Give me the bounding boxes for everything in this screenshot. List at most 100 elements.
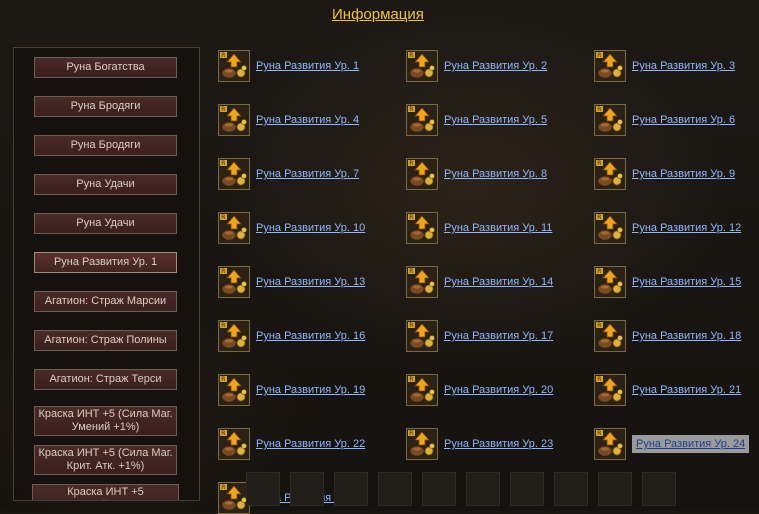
rune-of-development-icon[interactable]: R <box>406 104 438 136</box>
rune-of-development-icon[interactable]: R <box>406 158 438 190</box>
quick-slot[interactable] <box>598 472 632 506</box>
rune-of-development-icon[interactable]: R <box>594 320 626 352</box>
rune-link[interactable]: Руна Развития Ур. 8 <box>444 168 547 180</box>
rune-item[interactable]: R Руна Развития Ур. 18 <box>594 320 741 352</box>
quick-slot[interactable] <box>290 472 324 506</box>
sidebar-item[interactable]: Руна Бродяги <box>34 135 177 156</box>
rune-item[interactable]: R Руна Развития Ур. 13 <box>218 266 365 298</box>
rune-item[interactable]: R Руна Развития Ур. 4 <box>218 104 359 136</box>
rune-link[interactable]: Руна Развития Ур. 2 <box>444 60 547 72</box>
quick-slot[interactable] <box>510 472 544 506</box>
svg-text:R: R <box>409 160 413 167</box>
rune-of-development-icon[interactable]: R <box>594 428 626 460</box>
rune-item[interactable]: R Руна Развития Ур. 3 <box>594 50 735 82</box>
rune-item[interactable]: R Руна Развития Ур. 16 <box>218 320 365 352</box>
rune-item[interactable]: R Руна Развития Ур. 20 <box>406 374 553 406</box>
sidebar-item[interactable]: Руна Богатства <box>34 57 177 78</box>
rune-of-development-icon[interactable]: R <box>406 212 438 244</box>
rune-of-development-icon[interactable]: R <box>218 428 250 460</box>
svg-text:R: R <box>221 322 225 329</box>
rune-item[interactable]: R Руна Развития Ур. 21 <box>594 374 741 406</box>
rune-item[interactable]: R Руна Развития Ур. 1 <box>218 50 359 82</box>
rune-link[interactable]: Руна Развития Ур. 20 <box>444 384 553 396</box>
rune-of-development-icon[interactable]: R <box>218 158 250 190</box>
rune-of-development-icon[interactable]: R <box>218 50 250 82</box>
rune-link[interactable]: Руна Развития Ур. 16 <box>256 330 365 342</box>
rune-of-development-icon[interactable]: R <box>594 374 626 406</box>
sidebar-item[interactable]: Руна Бродяги <box>34 96 177 117</box>
rune-link[interactable]: Руна Развития Ур. 6 <box>632 114 735 126</box>
rune-item[interactable]: R Руна Развития Ур. 12 <box>594 212 741 244</box>
rune-link[interactable]: Руна Развития Ур. 5 <box>444 114 547 126</box>
rune-of-development-icon[interactable]: R <box>594 212 626 244</box>
rune-of-development-icon[interactable]: R <box>594 266 626 298</box>
rune-of-development-icon[interactable]: R <box>218 212 250 244</box>
rune-item[interactable]: R Руна Развития Ур. 24 <box>594 428 750 460</box>
svg-text:R: R <box>409 268 413 275</box>
rune-link[interactable]: Руна Развития Ур. 18 <box>632 330 741 342</box>
rune-of-development-icon[interactable]: R <box>406 320 438 352</box>
rune-item[interactable]: R Руна Развития Ур. 22 <box>218 428 365 460</box>
rune-of-development-icon[interactable]: R <box>594 104 626 136</box>
rune-link[interactable]: Руна Развития Ур. 10 <box>256 222 365 234</box>
rune-of-development-icon[interactable]: R <box>594 158 626 190</box>
rune-item[interactable]: R Руна Развития Ур. 14 <box>406 266 553 298</box>
svg-text:R: R <box>597 214 601 221</box>
rune-of-development-icon[interactable]: R <box>218 374 250 406</box>
rune-link[interactable]: Руна Развития Ур. 3 <box>632 60 735 72</box>
rune-of-development-icon[interactable]: R <box>218 320 250 352</box>
quick-slot[interactable] <box>334 472 368 506</box>
rune-item[interactable]: R Руна Развития Ур. 5 <box>406 104 547 136</box>
rune-link[interactable]: Руна Развития Ур. 24 <box>632 435 750 453</box>
quick-slot[interactable] <box>246 472 280 506</box>
rune-of-development-icon[interactable]: R <box>218 266 250 298</box>
rune-link[interactable]: Руна Развития Ур. 12 <box>632 222 741 234</box>
quick-slot[interactable] <box>554 472 588 506</box>
rune-link[interactable]: Руна Развития Ур. 7 <box>256 168 359 180</box>
rune-link[interactable]: Руна Развития Ур. 13 <box>256 276 365 288</box>
sidebar-item[interactable]: Руна Удачи <box>34 213 177 234</box>
rune-link[interactable]: Руна Развития Ур. 17 <box>444 330 553 342</box>
sidebar-item[interactable]: Агатион: Страж Полины <box>34 330 177 351</box>
rune-link[interactable]: Руна Развития Ур. 9 <box>632 168 735 180</box>
sidebar-item-selected[interactable]: Руна Развития Ур. 1 <box>34 252 177 273</box>
rune-item[interactable]: R Руна Развития Ур. 2 <box>406 50 547 82</box>
rune-item[interactable]: R Руна Развития Ур. 11 <box>406 212 552 244</box>
rune-item[interactable]: R Руна Развития Ур. 6 <box>594 104 735 136</box>
quick-slot[interactable] <box>422 472 456 506</box>
quick-slot[interactable] <box>642 472 676 506</box>
sidebar-item[interactable]: Руна Удачи <box>34 174 177 195</box>
rune-of-development-icon[interactable]: R <box>406 50 438 82</box>
rune-link[interactable]: Руна Развития Ур. 14 <box>444 276 553 288</box>
sidebar-item[interactable]: Агатион: Страж Марсии <box>34 291 177 312</box>
rune-item[interactable]: R Руна Развития Ур. 7 <box>218 158 359 190</box>
sidebar-item[interactable]: Краска ИНТ +5 (Финальный Урон +1%) <box>32 484 179 500</box>
sidebar-item[interactable]: Краска ИНТ +5 (Сила Маг. Крит. Атк. +1%) <box>34 445 177 475</box>
rune-item[interactable]: R Руна Развития Ур. 23 <box>406 428 553 460</box>
rune-link[interactable]: Руна Развития Ур. 4 <box>256 114 359 126</box>
rune-item[interactable]: R Руна Развития Ур. 10 <box>218 212 365 244</box>
rune-of-development-icon[interactable]: R <box>406 374 438 406</box>
rune-link[interactable]: Руна Развития Ур. 23 <box>444 438 553 450</box>
svg-text:R: R <box>597 430 601 437</box>
quick-slot[interactable] <box>466 472 500 506</box>
rune-of-development-icon[interactable]: R <box>218 104 250 136</box>
quick-slot[interactable] <box>378 472 412 506</box>
rune-link[interactable]: Руна Развития Ур. 15 <box>632 276 741 288</box>
rune-item[interactable]: R Руна Развития Ур. 17 <box>406 320 553 352</box>
rune-of-development-icon[interactable]: R <box>406 428 438 460</box>
rune-item[interactable]: R Руна Развития Ур. 19 <box>218 374 365 406</box>
rune-link[interactable]: Руна Развития Ур. 21 <box>632 384 741 396</box>
rune-link[interactable]: Руна Развития Ур. 22 <box>256 438 365 450</box>
rune-link[interactable]: Руна Развития Ур. 19 <box>256 384 365 396</box>
rune-link[interactable]: Руна Развития Ур. 11 <box>444 222 552 234</box>
rune-link[interactable]: Руна Развития Ур. 1 <box>256 60 359 72</box>
rune-item[interactable]: R Руна Развития Ур. 8 <box>406 158 547 190</box>
sidebar-item[interactable]: Агатион: Страж Терси <box>34 369 177 390</box>
rune-of-development-icon[interactable]: R <box>594 50 626 82</box>
rune-item[interactable]: R Руна Развития Ур. 9 <box>594 158 735 190</box>
rune-of-development-icon[interactable]: R <box>406 266 438 298</box>
sidebar-item[interactable]: Краска ИНТ +5 (Сила Маг. Умений +1%) <box>34 406 177 436</box>
svg-text:R: R <box>221 214 225 221</box>
rune-item[interactable]: R Руна Развития Ур. 15 <box>594 266 741 298</box>
